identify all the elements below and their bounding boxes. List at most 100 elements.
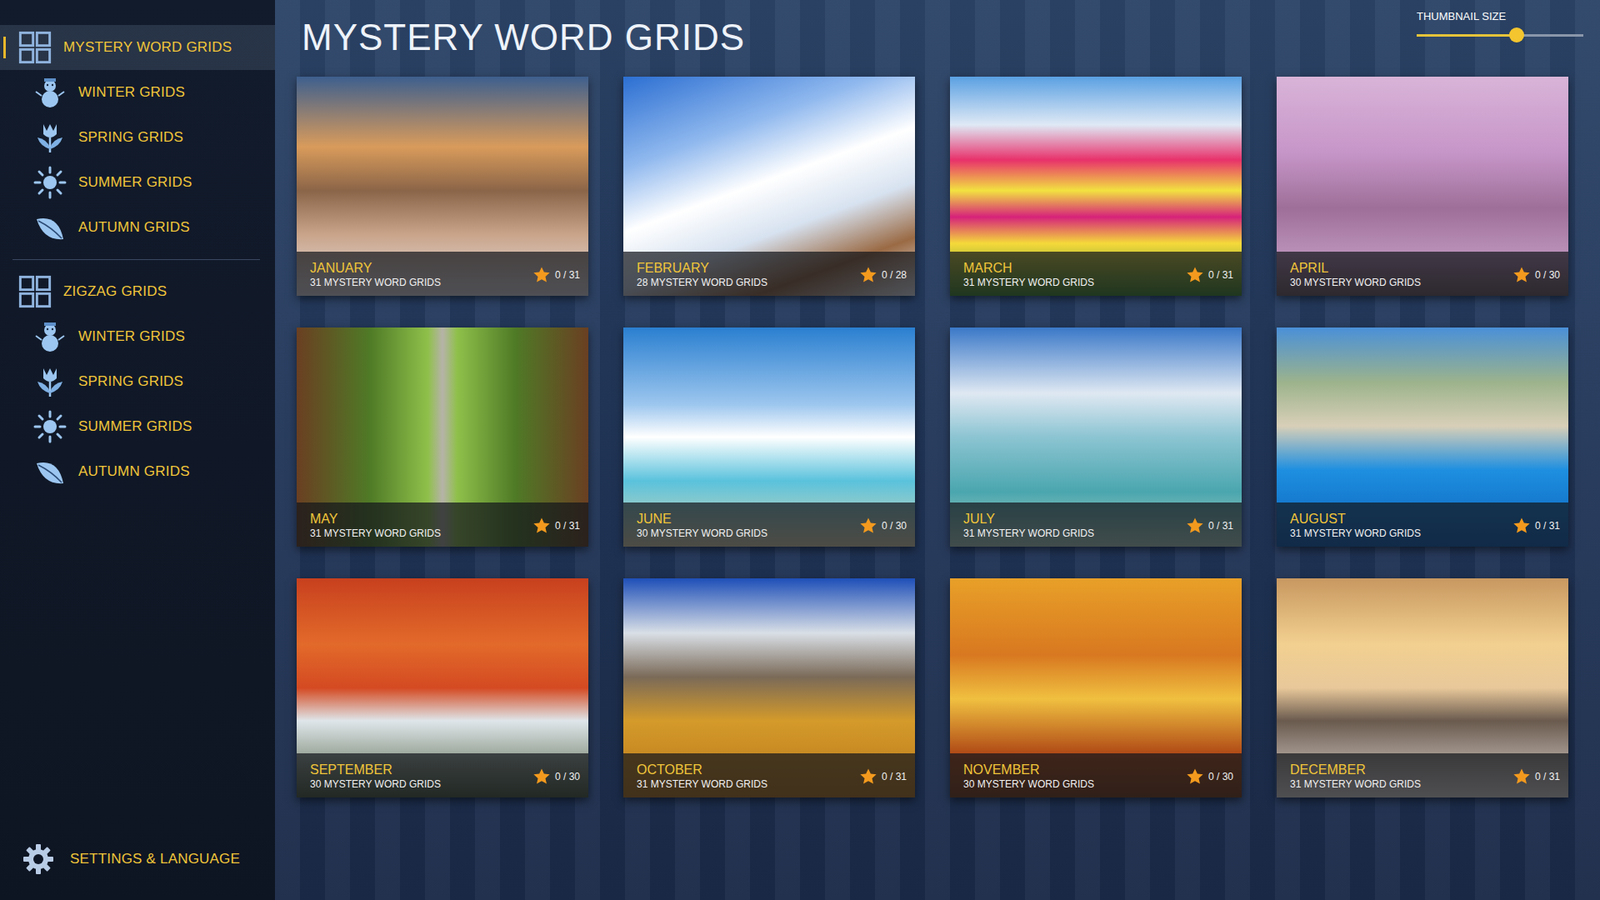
- progress-count: 0 / 31: [881, 770, 907, 783]
- star-icon: [532, 516, 551, 535]
- card-month: APRIL: [1290, 260, 1421, 276]
- star-icon: [859, 767, 878, 786]
- sun-icon: [33, 410, 67, 444]
- card-progress: 0 / 30: [1512, 265, 1560, 290]
- card-month: JUNE: [636, 510, 768, 527]
- sidebar-group[interactable]: ZIGZAG GRIDS: [0, 269, 275, 315]
- month-card[interactable]: NOVEMBER30 MYSTERY WORD GRIDS0 / 30: [950, 578, 1242, 798]
- star-icon: [859, 516, 878, 535]
- sidebar-item[interactable]: SUMMER GRIDS: [0, 160, 275, 205]
- snowman-icon: [33, 75, 67, 110]
- card-progress: 0 / 31: [1185, 265, 1234, 290]
- card-caption: JUNE30 MYSTERY WORD GRIDS0 / 30: [623, 502, 915, 547]
- sidebar-group-label: MYSTERY WORD GRIDS: [63, 39, 232, 56]
- sidebar-item-label: SUMMER GRIDS: [78, 418, 193, 435]
- card-subtitle: 31 MYSTERY WORD GRIDS: [1290, 526, 1421, 540]
- tulip-icon: [33, 120, 67, 155]
- sidebar-separator: [12, 259, 260, 260]
- thumbnail-size-slider[interactable]: [1416, 34, 1584, 37]
- month-card[interactable]: OCTOBER31 MYSTERY WORD GRIDS0 / 31: [623, 578, 915, 798]
- thumbnail-size-control: THUMBNAIL SIZE: [1416, 10, 1584, 37]
- month-card[interactable]: AUGUST31 MYSTERY WORD GRIDS 0 / 31: [1276, 327, 1569, 547]
- sidebar-item-label: SPRING GRIDS: [78, 373, 184, 390]
- card-caption: JULY31 MYSTERY WORD GRIDS 0 / 31: [950, 502, 1242, 547]
- month-card[interactable]: SEPTEMBER30 MYSTERY WORD GRIDS0 / 30: [296, 578, 589, 798]
- main-content: MYSTERY WORD GRIDSTHUMBNAIL SIZEJANUARY3…: [275, 0, 1600, 900]
- card-progress: 0 / 31: [859, 767, 907, 791]
- progress-count: 0 / 31: [1208, 520, 1234, 532]
- card-month: MARCH: [963, 260, 1095, 276]
- sidebar-group[interactable]: MYSTERY WORD GRIDS: [0, 25, 275, 70]
- sidebar-item[interactable]: SPRING GRIDS: [0, 115, 275, 160]
- card-subtitle: 31 MYSTERY WORD GRIDS: [310, 526, 441, 540]
- card-caption: SEPTEMBER30 MYSTERY WORD GRIDS0 / 30: [296, 753, 589, 798]
- slider-knob[interactable]: [1509, 27, 1525, 43]
- slider-fill: [1416, 34, 1517, 37]
- progress-count: 0 / 31: [1535, 520, 1560, 532]
- card-caption: MAY31 MYSTERY WORD GRIDS0 / 31: [296, 502, 589, 547]
- card-caption: FEBRUARY28 MYSTERY WORD GRIDS0 / 28: [623, 251, 915, 296]
- settings-button[interactable]: SETTINGS & LANGUAGE: [0, 836, 275, 900]
- sidebar-item[interactable]: WINTER GRIDS: [0, 314, 275, 360]
- card-month: JANUARY: [310, 260, 441, 276]
- star-icon: [532, 767, 551, 786]
- card-progress: 0 / 30: [532, 767, 580, 791]
- card-subtitle: 31 MYSTERY WORD GRIDS: [636, 777, 768, 791]
- card-caption: AUGUST31 MYSTERY WORD GRIDS 0 / 31: [1276, 502, 1569, 547]
- sidebar-item-label: WINTER GRIDS: [78, 84, 185, 101]
- card-progress: 0 / 31: [1185, 516, 1234, 540]
- sidebar-item[interactable]: WINTER GRIDS: [0, 70, 275, 115]
- card-subtitle: 30 MYSTERY WORD GRIDS: [963, 777, 1095, 791]
- card-month: AUGUST: [1290, 510, 1421, 527]
- month-card[interactable]: FEBRUARY28 MYSTERY WORD GRIDS0 / 28: [623, 76, 915, 296]
- sidebar: MYSTERY WORD GRIDS WINTER GRIDS SPRING GRI…: [0, 0, 275, 900]
- star-icon: [1512, 516, 1531, 535]
- month-card[interactable]: MAY31 MYSTERY WORD GRIDS0 / 31: [296, 327, 589, 547]
- card-subtitle: 31 MYSTERY WORD GRIDS: [1290, 777, 1421, 791]
- month-card[interactable]: MARCH31 MYSTERY WORD GRIDS 0 / 31: [950, 76, 1242, 296]
- month-card[interactable]: JULY31 MYSTERY WORD GRIDS 0 / 31: [950, 327, 1242, 547]
- progress-count: 0 / 30: [1208, 770, 1234, 783]
- selection-bar: [3, 36, 6, 59]
- card-progress: 0 / 31: [532, 265, 580, 290]
- card-subtitle: 31 MYSTERY WORD GRIDS: [963, 526, 1095, 540]
- card-progress: 0 / 31: [1512, 767, 1560, 791]
- sidebar-item[interactable]: SUMMER GRIDS: [0, 404, 275, 450]
- leaf-icon: [33, 210, 67, 245]
- card-progress: 0 / 30: [1185, 767, 1234, 791]
- star-icon: [532, 265, 551, 285]
- sidebar-item-label: SUMMER GRIDS: [78, 174, 193, 191]
- sidebar-item[interactable]: AUTUMN GRIDS: [0, 449, 275, 495]
- star-icon: [1512, 265, 1531, 285]
- card-caption: DECEMBER31 MYSTERY WORD GRIDS0 / 31: [1276, 753, 1569, 798]
- progress-count: 0 / 31: [555, 269, 580, 281]
- leaf-icon: [33, 455, 67, 489]
- card-caption: NOVEMBER30 MYSTERY WORD GRIDS0 / 30: [950, 753, 1242, 798]
- month-card[interactable]: DECEMBER31 MYSTERY WORD GRIDS0 / 31: [1276, 578, 1569, 798]
- card-caption: MARCH31 MYSTERY WORD GRIDS 0 / 31: [950, 251, 1242, 296]
- card-progress: 0 / 31: [532, 516, 580, 540]
- sidebar-item[interactable]: SPRING GRIDS: [0, 359, 275, 405]
- card-month: FEBRUARY: [636, 260, 768, 276]
- star-icon: [1185, 767, 1205, 786]
- sidebar-item-label: SPRING GRIDS: [78, 129, 184, 146]
- card-subtitle: 30 MYSTERY WORD GRIDS: [310, 777, 441, 791]
- progress-count: 0 / 31: [1535, 770, 1560, 783]
- sidebar-item-label: AUTUMN GRIDS: [78, 463, 190, 480]
- card-subtitle: 31 MYSTERY WORD GRIDS: [963, 275, 1095, 290]
- sidebar-item[interactable]: AUTUMN GRIDS: [0, 205, 275, 250]
- month-card[interactable]: JUNE30 MYSTERY WORD GRIDS0 / 30: [623, 327, 915, 547]
- star-icon: [1185, 265, 1205, 285]
- star-icon: [1185, 516, 1205, 535]
- header: MYSTERY WORD GRIDSTHUMBNAIL SIZE: [296, 0, 1569, 77]
- month-card[interactable]: JANUARY31 MYSTERY WORD GRIDS0 / 31: [296, 76, 589, 296]
- card-caption: OCTOBER31 MYSTERY WORD GRIDS0 / 31: [623, 753, 915, 798]
- grid-icon: [18, 30, 52, 65]
- card-progress: 0 / 30: [859, 516, 907, 540]
- app-window: MYSTERY WORD GRIDS WINTER GRIDS SPRING GRI…: [0, 0, 1600, 900]
- card-month: JULY: [963, 510, 1095, 527]
- settings-label: SETTINGS & LANGUAGE: [70, 850, 240, 868]
- month-card[interactable]: APRIL30 MYSTERY WORD GRIDS0 / 30: [1276, 76, 1569, 296]
- progress-count: 0 / 30: [555, 770, 580, 783]
- sidebar-item-label: WINTER GRIDS: [78, 328, 185, 345]
